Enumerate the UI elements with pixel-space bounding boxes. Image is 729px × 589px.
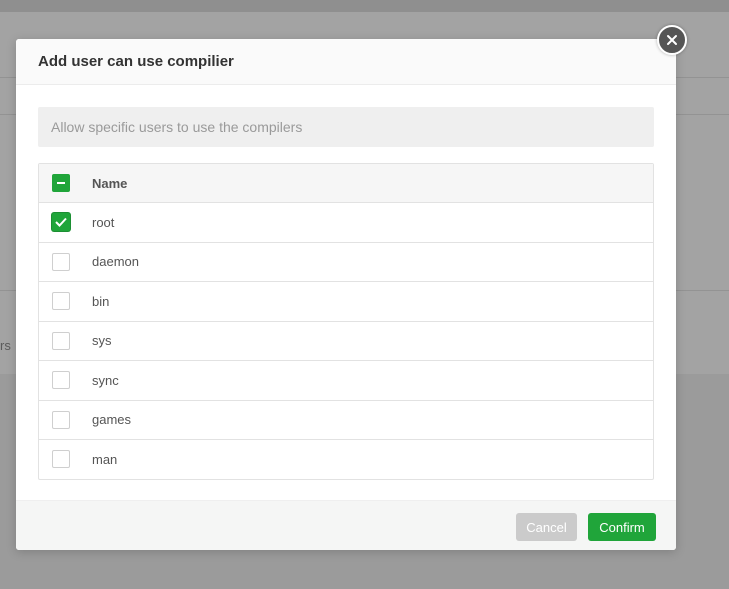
- row-checkbox[interactable]: [52, 371, 70, 390]
- row-checkbox[interactable]: [52, 213, 70, 232]
- dialog-footer: Cancel Confirm: [16, 500, 676, 550]
- close-button[interactable]: [657, 25, 687, 55]
- checkmark-icon: [55, 218, 67, 228]
- table-row: daemon: [39, 241, 653, 282]
- user-name: sys: [92, 333, 112, 349]
- user-table: Name root daemon bin sys sync games man: [38, 163, 654, 480]
- background-text: rs: [0, 338, 11, 353]
- row-checkbox[interactable]: [52, 410, 70, 429]
- user-name: bin: [92, 293, 110, 309]
- user-name: man: [92, 451, 118, 467]
- table-row: root: [39, 202, 653, 242]
- user-name: root: [92, 214, 115, 230]
- select-all-checkbox[interactable]: [52, 174, 70, 192]
- name-column-header: Name: [92, 175, 128, 191]
- row-checkbox[interactable]: [52, 331, 70, 350]
- cancel-button[interactable]: Cancel: [516, 513, 577, 541]
- table-row: bin: [39, 281, 653, 321]
- confirm-button[interactable]: Confirm: [588, 513, 656, 541]
- row-checkbox[interactable]: [52, 252, 70, 271]
- table-row: games: [39, 399, 653, 440]
- minus-icon: [57, 182, 65, 184]
- close-icon: [667, 35, 677, 45]
- dialog-header: Add user can use compilier: [16, 39, 676, 85]
- select-all-cell: [39, 174, 92, 192]
- table-row: man: [39, 439, 653, 479]
- hint-box: Allow specific users to use the compiler…: [38, 107, 654, 147]
- background-header: [0, 0, 729, 12]
- table-row: sync: [39, 360, 653, 400]
- table-row: sys: [39, 320, 653, 361]
- table-header-row: Name: [39, 164, 653, 202]
- dialog-title: Add user can use compilier: [38, 53, 234, 70]
- user-name: daemon: [92, 254, 139, 270]
- row-checkbox[interactable]: [52, 450, 70, 469]
- row-checkbox[interactable]: [52, 292, 70, 311]
- user-name: games: [92, 412, 132, 428]
- add-compiler-user-dialog: Add user can use compilier Allow specifi…: [16, 39, 676, 550]
- user-name: sync: [92, 372, 119, 388]
